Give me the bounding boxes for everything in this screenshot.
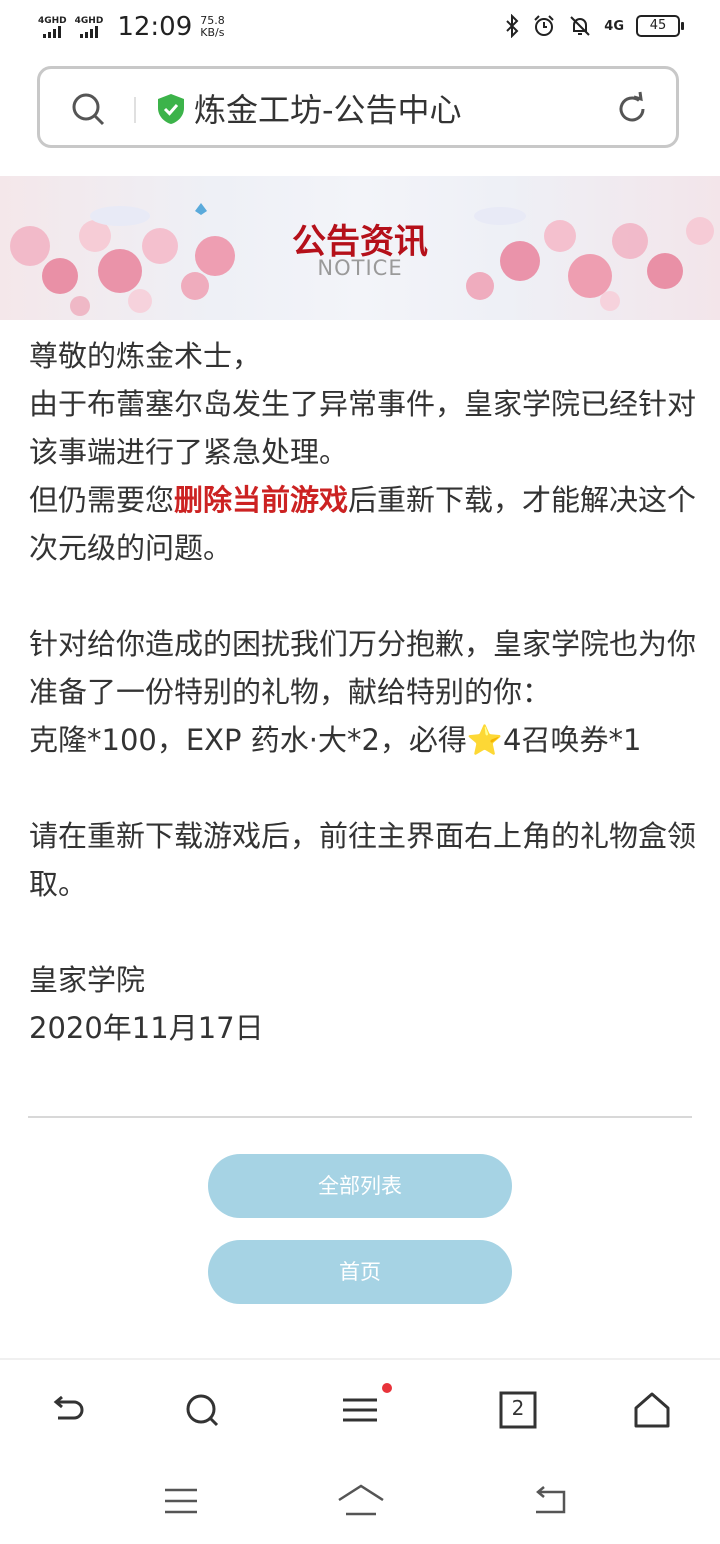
rewards-line: 克隆*100，EXP 药水·大*2，必得⭐4召唤券*1 xyxy=(29,716,701,764)
recent-apps-icon[interactable] xyxy=(162,1482,200,1520)
search-icon[interactable] xyxy=(70,91,106,127)
speed-unit: KB/s xyxy=(200,26,225,39)
content-divider xyxy=(28,1116,692,1118)
home-button[interactable]: 首页 xyxy=(208,1240,512,1304)
reload-icon[interactable] xyxy=(614,91,650,127)
banner-subtitle: NOTICE xyxy=(317,256,403,280)
clock: 12:09 xyxy=(117,12,193,42)
signal-icon: 4GHD xyxy=(38,15,67,38)
system-back-icon[interactable] xyxy=(530,1482,570,1520)
sim1-label: 4GHD xyxy=(38,15,67,26)
date: 2020年11月17日 xyxy=(29,1011,264,1045)
notice-article: 尊敬的炼金术士， 由于布蕾塞尔岛发生了异常事件，皇家学院已经针对该事端进行了紧急… xyxy=(29,332,701,1052)
paragraph-1: 由于布蕾塞尔岛发生了异常事件，皇家学院已经针对该事端进行了紧急处理。 xyxy=(29,387,697,469)
paragraph-2: 但仍需要您删除当前游戏后重新下载，才能解决这个次元级的问题。 xyxy=(29,476,701,572)
bluetooth-icon xyxy=(506,14,519,38)
status-bar: 4GHD 4GHD 12:09 75.8 KB/s 4G 45 xyxy=(0,0,720,56)
rewards-before: 克隆*100，EXP 药水·大*2，必得 xyxy=(29,723,467,757)
signature: 皇家学院 xyxy=(29,963,146,997)
search-tab-icon[interactable] xyxy=(182,1390,222,1430)
alarm-icon xyxy=(534,15,554,36)
mute-icon xyxy=(570,16,590,36)
notice-banner: 公告资讯 NOTICE xyxy=(0,176,720,320)
para2-before: 但仍需要您 xyxy=(29,483,175,517)
greeting: 尊敬的炼金术士， xyxy=(29,339,262,373)
back-icon[interactable] xyxy=(48,1390,88,1430)
menu-icon[interactable] xyxy=(340,1382,392,1430)
star-icon: ⭐ xyxy=(466,723,504,757)
battery-icon: 45 xyxy=(636,15,684,37)
sim2-label: 4GHD xyxy=(74,15,104,26)
page-title[interactable]: 炼金工坊-公告中心 xyxy=(194,85,462,131)
tab-count[interactable]: 2 xyxy=(498,1396,538,1420)
address-divider xyxy=(134,97,136,123)
system-navigation-bar xyxy=(0,1462,720,1544)
rewards-after: 4召唤券*1 xyxy=(503,723,642,757)
paragraph-3: 针对给你造成的困扰我们万分抱歉，皇家学院也为你准备了一份特别的礼物，献给特别的你… xyxy=(29,627,697,709)
network-speed: 75.8 KB/s xyxy=(200,15,225,39)
address-bar[interactable]: 炼金工坊-公告中心 xyxy=(37,66,679,148)
all-list-button[interactable]: 全部列表 xyxy=(208,1154,512,1218)
signal-icon-2: 4GHD xyxy=(74,15,104,38)
home-icon[interactable] xyxy=(632,1390,672,1430)
browser-toolbar: 2 xyxy=(0,1358,720,1464)
network-type: 4G xyxy=(604,18,624,34)
system-home-icon[interactable] xyxy=(336,1482,386,1520)
highlight-delete-game: 删除当前游戏 xyxy=(174,483,349,517)
secure-shield-icon xyxy=(158,94,184,124)
paragraph-4: 请在重新下载游戏后，前往主界面右上角的礼物盒领取。 xyxy=(29,819,697,901)
